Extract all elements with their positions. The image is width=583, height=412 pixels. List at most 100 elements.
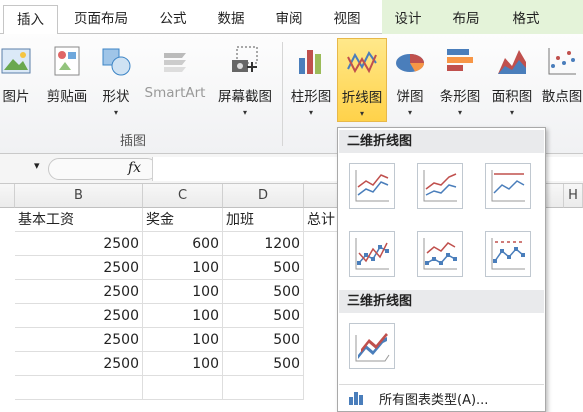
bar-chart-label: 条形图 xyxy=(439,89,481,105)
cell[interactable]: 100 xyxy=(143,280,223,304)
cell[interactable]: 100 xyxy=(143,256,223,280)
group-separator xyxy=(282,42,283,146)
percent-stacked-line-chart-icon xyxy=(491,170,525,202)
ribbon-tab-bar: 插入 页面布局 公式 数据 审阅 视图 设计 布局 格式 xyxy=(0,0,583,35)
screenshot-dropdown-icon: ▾ xyxy=(242,108,247,117)
clipart-icon xyxy=(54,46,80,76)
cell[interactable]: 500 xyxy=(223,304,304,328)
chart-option-line[interactable] xyxy=(349,163,395,209)
line-chart-icon xyxy=(347,51,377,74)
cell[interactable]: 500 xyxy=(223,256,304,280)
pie-chart-button[interactable]: 饼图 ▾ xyxy=(390,38,430,122)
tab-page-layout[interactable]: 页面布局 xyxy=(64,8,138,34)
stacked-line-chart-icon xyxy=(423,170,457,202)
bar-chart-dropdown-icon: ▾ xyxy=(457,108,462,117)
picture-icon xyxy=(1,48,31,74)
cell[interactable]: 2500 xyxy=(15,280,143,304)
shapes-button[interactable]: 形状 ▾ xyxy=(96,38,136,122)
tab-format[interactable]: 格式 xyxy=(503,8,549,34)
line-chart-dropdown-menu: 二维折线图 三维折线图 所有图表类型(A)... xyxy=(337,127,546,412)
area-chart-icon xyxy=(498,50,526,74)
screenshot-label: 屏幕截图 xyxy=(218,89,272,105)
name-box-dropdown-icon[interactable]: ▾ xyxy=(34,159,40,172)
tab-layout[interactable]: 布局 xyxy=(443,8,489,34)
cell[interactable]: 500 xyxy=(223,280,304,304)
stacked-line-markers-chart-icon xyxy=(423,238,457,270)
select-all-corner[interactable] xyxy=(0,184,15,208)
chart-option-100-stacked-line[interactable] xyxy=(485,163,531,209)
picture-label: 图片 xyxy=(2,89,30,105)
shapes-label: 形状 xyxy=(102,89,130,105)
chart-types-icon xyxy=(349,392,363,405)
chart-option-100-stacked-line-with-markers[interactable] xyxy=(485,231,531,277)
chart-option-stacked-line-with-markers[interactable] xyxy=(417,231,463,277)
cell[interactable]: 2500 xyxy=(15,256,143,280)
column-header-b[interactable]: B xyxy=(15,184,143,208)
picture-button[interactable]: 图片 xyxy=(0,38,38,122)
bar-chart-icon xyxy=(447,49,473,71)
chart-option-3d-line[interactable] xyxy=(349,323,395,369)
group-label-illustrations: 插图 xyxy=(120,134,147,149)
smartart-button[interactable]: SmartArt xyxy=(140,38,210,122)
cell[interactable]: 加班 xyxy=(223,208,304,232)
cell[interactable] xyxy=(15,376,143,400)
cell[interactable]: 1200 xyxy=(223,232,304,256)
cell[interactable]: 100 xyxy=(143,304,223,328)
all-chart-types-label: 所有图表类型(A)... xyxy=(379,393,489,408)
smartart-icon xyxy=(164,53,186,72)
line-chart-icon xyxy=(355,170,389,202)
cell[interactable]: 2500 xyxy=(15,304,143,328)
section-header-2d-line: 二维折线图 xyxy=(339,130,544,153)
line-chart-button[interactable]: 折线图 ▾ xyxy=(337,38,387,122)
percent-stacked-line-markers-chart-icon xyxy=(491,238,525,270)
column-header-h[interactable]: H xyxy=(564,184,583,208)
3d-line-chart-icon xyxy=(355,333,390,362)
line-chart-dropdown-icon: ▾ xyxy=(359,109,364,118)
line-chart-label: 折线图 xyxy=(341,90,383,106)
pie-chart-icon xyxy=(396,54,425,72)
cell[interactable]: 基本工资 xyxy=(15,208,143,232)
clipart-button[interactable]: 剪贴画 xyxy=(42,38,92,122)
chart-option-line-with-markers[interactable] xyxy=(349,231,395,277)
shapes-icon xyxy=(102,48,131,76)
scatter-chart-label: 散点图 xyxy=(541,89,583,105)
tab-view[interactable]: 视图 xyxy=(324,8,370,34)
section-header-3d-line: 三维折线图 xyxy=(339,290,544,313)
cell[interactable] xyxy=(143,376,223,400)
clipart-label: 剪贴画 xyxy=(46,89,88,105)
cell[interactable]: 奖金 xyxy=(143,208,223,232)
column-header-d[interactable]: D xyxy=(223,184,304,208)
column-chart-button[interactable]: 柱形图 ▾ xyxy=(287,38,335,122)
chart-option-stacked-line[interactable] xyxy=(417,163,463,209)
area-chart-button[interactable]: 面积图 ▾ xyxy=(488,38,536,122)
cell[interactable]: 500 xyxy=(223,352,304,376)
cell[interactable]: 2500 xyxy=(15,232,143,256)
insert-function-icon[interactable]: fx xyxy=(128,160,141,176)
cell[interactable]: 2500 xyxy=(15,328,143,352)
tab-formulas[interactable]: 公式 xyxy=(150,8,196,34)
column-header-c[interactable]: C xyxy=(143,184,223,208)
cell[interactable]: 600 xyxy=(143,232,223,256)
cell[interactable]: 100 xyxy=(143,352,223,376)
formula-bar-controls xyxy=(48,158,158,180)
bar-chart-button[interactable]: 条形图 ▾ xyxy=(434,38,486,122)
all-chart-types-item[interactable]: 所有图表类型(A)... xyxy=(339,384,544,411)
shapes-dropdown-icon: ▾ xyxy=(113,108,118,117)
tab-data[interactable]: 数据 xyxy=(208,8,254,34)
screenshot-icon xyxy=(232,46,258,72)
scatter-chart-button[interactable]: 散点图 xyxy=(538,38,583,122)
cell[interactable]: 2500 xyxy=(15,352,143,376)
pie-chart-dropdown-icon: ▾ xyxy=(407,108,412,117)
tab-review[interactable]: 审阅 xyxy=(266,8,312,34)
column-chart-icon xyxy=(299,50,321,74)
screenshot-button[interactable]: 屏幕截图 ▾ xyxy=(214,38,276,122)
tab-insert[interactable]: 插入 xyxy=(3,5,58,35)
area-chart-label: 面积图 xyxy=(491,89,533,105)
pie-chart-label: 饼图 xyxy=(396,89,424,105)
column-chart-label: 柱形图 xyxy=(290,89,332,105)
cell[interactable] xyxy=(223,376,304,400)
tab-design[interactable]: 设计 xyxy=(385,8,431,34)
cell[interactable]: 100 xyxy=(143,328,223,352)
scatter-chart-icon xyxy=(548,48,576,75)
cell[interactable]: 500 xyxy=(223,328,304,352)
